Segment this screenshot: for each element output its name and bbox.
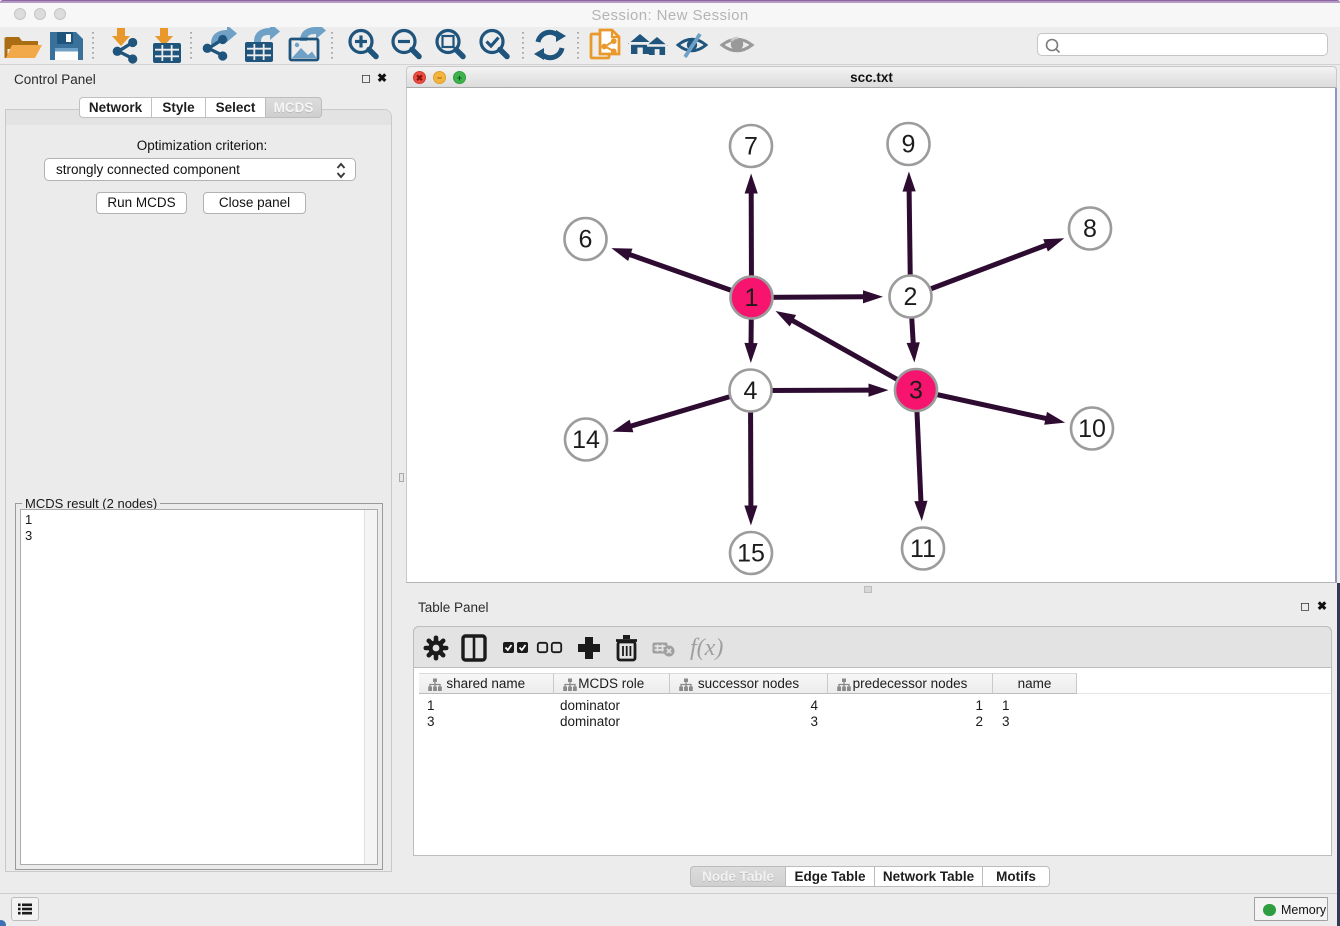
svg-text:8: 8 (1083, 215, 1097, 243)
svg-text:9: 9 (902, 131, 916, 159)
svg-text:15: 15 (737, 540, 765, 568)
svg-text:2: 2 (904, 283, 918, 311)
svg-text:f(x): f(x) (690, 635, 723, 661)
svg-text:3: 3 (909, 377, 923, 405)
svg-text:14: 14 (572, 426, 600, 454)
svg-text:11: 11 (910, 535, 936, 563)
svg-text:1: 1 (745, 284, 759, 312)
svg-text:4: 4 (744, 377, 758, 405)
svg-text:7: 7 (744, 133, 758, 161)
svg-text:10: 10 (1078, 415, 1106, 443)
svg-text:6: 6 (579, 226, 593, 254)
